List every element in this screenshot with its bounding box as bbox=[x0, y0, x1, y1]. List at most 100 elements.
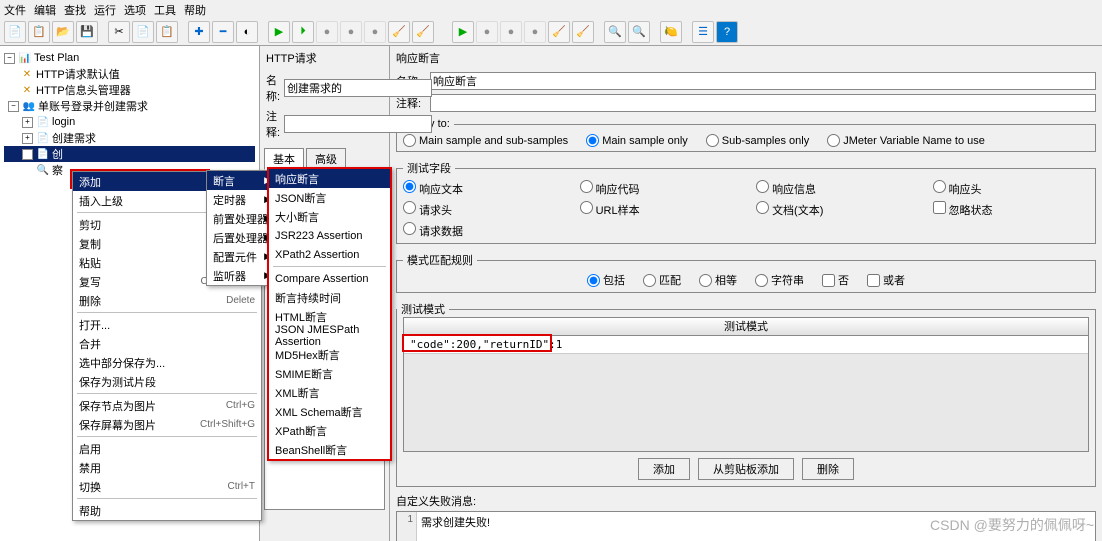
match-or[interactable]: 或者 bbox=[867, 272, 905, 288]
match-equals[interactable]: 相等 bbox=[699, 272, 737, 288]
collapse-icon[interactable]: ━ bbox=[212, 21, 234, 43]
ctx-help[interactable]: 帮助 bbox=[73, 501, 261, 520]
function-icon[interactable]: 🍋 bbox=[660, 21, 682, 43]
ctx-toggle[interactable]: 切换Ctrl+T bbox=[73, 477, 261, 496]
match-matches[interactable]: 匹配 bbox=[643, 272, 681, 288]
sub-timer[interactable]: 定时器▶ bbox=[207, 190, 275, 209]
field-url[interactable]: URL样本 bbox=[580, 201, 737, 218]
search-icon[interactable]: 🔍 bbox=[604, 21, 626, 43]
ctx-merge[interactable]: 合并 bbox=[73, 334, 261, 353]
remote-shut-icon[interactable]: ● bbox=[524, 21, 546, 43]
tab-advanced[interactable]: 高级 bbox=[306, 148, 346, 169]
sub-post[interactable]: 后置处理器▶ bbox=[207, 228, 275, 247]
assert-response[interactable]: 响应断言 bbox=[269, 169, 390, 188]
ctx-disable[interactable]: 禁用 bbox=[73, 458, 261, 477]
tree-login[interactable]: +📄login bbox=[4, 114, 255, 130]
new-icon[interactable]: 📄 bbox=[4, 21, 26, 43]
tree-header-mgr[interactable]: ✕HTTP信息头管理器 bbox=[4, 82, 255, 98]
field-ignore[interactable]: 忽略状态 bbox=[933, 201, 1090, 218]
clearall-icon[interactable]: 🧹 bbox=[412, 21, 434, 43]
assert-xpath2[interactable]: XPath2 Assertion bbox=[269, 245, 390, 264]
remote-stop-icon[interactable]: ● bbox=[476, 21, 498, 43]
ctx-savescr[interactable]: 保存屏幕为图片Ctrl+Shift+G bbox=[73, 415, 261, 434]
tree-createreq[interactable]: +📄创建需求 bbox=[4, 130, 255, 146]
assert-xmlschema[interactable]: XML Schema断言 bbox=[269, 402, 390, 421]
cut-icon[interactable]: ✂ bbox=[108, 21, 130, 43]
apply-r3[interactable]: Sub-samples only bbox=[706, 134, 809, 147]
remote-start-icon[interactable]: ▶ bbox=[452, 21, 474, 43]
field-resptext[interactable]: 响应文本 bbox=[403, 180, 560, 197]
menu-edit[interactable]: 编辑 bbox=[34, 2, 56, 16]
assert-xpath[interactable]: XPath断言 bbox=[269, 421, 390, 440]
assert-md5[interactable]: MD5Hex断言 bbox=[269, 345, 390, 364]
stop-icon[interactable]: ● bbox=[316, 21, 338, 43]
assert-jsr223[interactable]: JSR223 Assertion bbox=[269, 226, 390, 245]
remote-clear-icon[interactable]: 🧹 bbox=[548, 21, 570, 43]
clear-icon[interactable]: 🧹 bbox=[388, 21, 410, 43]
ctx-savefrag[interactable]: 保存为测试片段 bbox=[73, 372, 261, 391]
tree-root[interactable]: −📊Test Plan bbox=[4, 50, 255, 66]
open-icon[interactable]: 📂 bbox=[52, 21, 74, 43]
ctx-savenode[interactable]: 保存节点为图片Ctrl+G bbox=[73, 396, 261, 415]
btn-add-pattern[interactable]: 添加 bbox=[638, 458, 690, 480]
mid-comment-input[interactable] bbox=[284, 115, 432, 133]
menu-options[interactable]: 选项 bbox=[124, 2, 146, 16]
remote-stop2-icon[interactable]: ● bbox=[500, 21, 522, 43]
assert-xml[interactable]: XML断言 bbox=[269, 383, 390, 402]
custom-fail-text[interactable]: 需求创建失败! bbox=[417, 512, 494, 541]
shutdown-icon[interactable]: ● bbox=[340, 21, 362, 43]
menu-tools[interactable]: 工具 bbox=[154, 2, 176, 16]
field-doc[interactable]: 文档(文本) bbox=[756, 201, 913, 218]
start-icon[interactable]: ▶ bbox=[268, 21, 290, 43]
match-not[interactable]: 否 bbox=[822, 272, 849, 288]
paste-icon[interactable]: 📋 bbox=[156, 21, 178, 43]
template-icon[interactable]: 📋 bbox=[28, 21, 50, 43]
assert-json[interactable]: JSON断言 bbox=[269, 188, 390, 207]
match-contains[interactable]: 包括 bbox=[587, 272, 625, 288]
apply-r2[interactable]: Main sample only bbox=[586, 134, 688, 147]
menu-run[interactable]: 运行 bbox=[94, 2, 116, 16]
ctx-saveas[interactable]: 选中部分保存为... bbox=[73, 353, 261, 372]
btn-delete-pattern[interactable]: 删除 bbox=[802, 458, 854, 480]
remote-clearall-icon[interactable]: 🧹 bbox=[572, 21, 594, 43]
stop2-icon[interactable]: ● bbox=[364, 21, 386, 43]
help-icon[interactable]: ? bbox=[716, 21, 738, 43]
assert-smime[interactable]: SMIME断言 bbox=[269, 364, 390, 383]
right-name-input[interactable] bbox=[430, 72, 1096, 90]
ctx-open[interactable]: 打开... bbox=[73, 315, 261, 334]
field-reqdata[interactable]: 请求数据 bbox=[403, 222, 560, 239]
save-icon[interactable]: 💾 bbox=[76, 21, 98, 43]
right-comment-input[interactable] bbox=[430, 94, 1096, 112]
menu-help[interactable]: 帮助 bbox=[184, 2, 206, 16]
assert-compare[interactable]: Compare Assertion bbox=[269, 269, 390, 288]
reset-search-icon[interactable]: 🔍 bbox=[628, 21, 650, 43]
field-respmsg[interactable]: 响应信息 bbox=[756, 180, 913, 197]
match-substring[interactable]: 字符串 bbox=[755, 272, 804, 288]
ctx-delete[interactable]: 删除Delete bbox=[73, 291, 261, 310]
toggle-icon[interactable]: ◐ bbox=[236, 21, 258, 43]
copy-icon[interactable]: 📄 bbox=[132, 21, 154, 43]
tree-http-defaults[interactable]: ✕HTTP请求默认值 bbox=[4, 66, 255, 82]
btn-from-clipboard[interactable]: 从剪贴板添加 bbox=[698, 458, 794, 480]
ctx-enable[interactable]: 启用 bbox=[73, 439, 261, 458]
tree-selected[interactable]: −📄创 bbox=[4, 146, 255, 162]
apply-r1[interactable]: Main sample and sub-samples bbox=[403, 134, 568, 147]
assert-size[interactable]: 大小断言 bbox=[269, 207, 390, 226]
sub-pre[interactable]: 前置处理器▶ bbox=[207, 209, 275, 228]
field-reqhead[interactable]: 请求头 bbox=[403, 201, 560, 218]
menu-file[interactable]: 文件 bbox=[4, 2, 26, 16]
start-notimers-icon[interactable]: ⏵ bbox=[292, 21, 314, 43]
tree-thread-group[interactable]: −👥单账号登录并创建需求 bbox=[4, 98, 255, 114]
mid-name-input[interactable] bbox=[284, 79, 432, 97]
field-resphead[interactable]: 响应头 bbox=[933, 180, 1090, 197]
assert-beanshell[interactable]: BeanShell断言 bbox=[269, 440, 390, 459]
menu-search[interactable]: 查找 bbox=[64, 2, 86, 16]
expand-icon[interactable]: ✚ bbox=[188, 21, 210, 43]
assert-jmespath[interactable]: JSON JMESPath Assertion bbox=[269, 326, 390, 345]
sub-config[interactable]: 配置元件▶ bbox=[207, 247, 275, 266]
sub-listener[interactable]: 监听器▶ bbox=[207, 266, 275, 285]
apply-r4[interactable]: JMeter Variable Name to use bbox=[827, 134, 985, 147]
field-respcode[interactable]: 响应代码 bbox=[580, 180, 737, 197]
assert-duration[interactable]: 断言持续时间 bbox=[269, 288, 390, 307]
list-icon[interactable]: ☰ bbox=[692, 21, 714, 43]
